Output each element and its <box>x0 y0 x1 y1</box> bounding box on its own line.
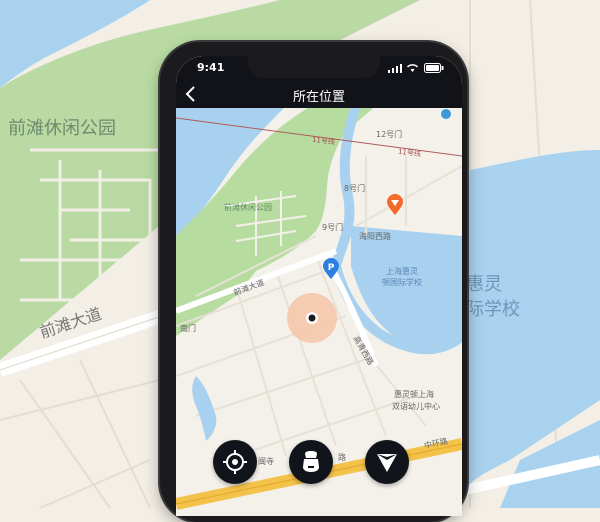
kindergarten-label-1: 惠灵顿上海 <box>394 390 434 399</box>
page-title: 所在位置 <box>292 90 345 105</box>
gate-8-label: 8号门 <box>344 184 366 193</box>
gate-12-label: 12号门 <box>376 130 403 139</box>
school-label-1: 上海惠灵 <box>386 267 418 276</box>
bg-school-label-2: 际学校 <box>466 299 520 320</box>
navigate-button[interactable] <box>365 440 409 484</box>
locate-icon <box>223 450 247 474</box>
bg-school-label-1: 惠灵 <box>466 274 502 295</box>
wifi-icon <box>406 64 419 72</box>
school-label-2: 顿国际学校 <box>382 278 422 287</box>
svg-text:P: P <box>328 263 335 273</box>
phone-screen: 11号线 11号线 12号门 8号门 9号门 南门 前滩休闲公园 前滩大道 海阳… <box>176 56 462 516</box>
scooter-icon <box>303 451 319 472</box>
notch <box>248 56 380 78</box>
bg-park-label: 前滩休闲公园 <box>8 118 116 139</box>
gate-south-label: 南门 <box>180 324 196 333</box>
battery-icon <box>424 63 444 73</box>
map-compass-icon <box>441 109 451 119</box>
signal-icon <box>388 64 402 73</box>
status-bar: 9:41 <box>176 56 462 80</box>
bottom-road-label: 路 <box>338 453 346 462</box>
navigate-icon <box>377 454 397 472</box>
status-time: 9:41 <box>197 61 225 74</box>
park-label: 前滩休闲公园 <box>224 203 272 212</box>
bottom-temple-label: 闽寺 <box>258 457 274 466</box>
red-arrow-poi-icon[interactable] <box>386 194 404 216</box>
locate-button[interactable] <box>213 440 257 484</box>
scooter-button[interactable] <box>289 440 333 484</box>
road-haiyang-label: 海阳西路 <box>359 232 391 241</box>
nav-bar: 所在位置 <box>176 80 462 108</box>
gate-9-label: 9号门 <box>322 223 344 232</box>
parking-icon[interactable]: P <box>322 258 340 280</box>
kindergarten-label-2: 双语幼儿中心 <box>392 402 440 411</box>
